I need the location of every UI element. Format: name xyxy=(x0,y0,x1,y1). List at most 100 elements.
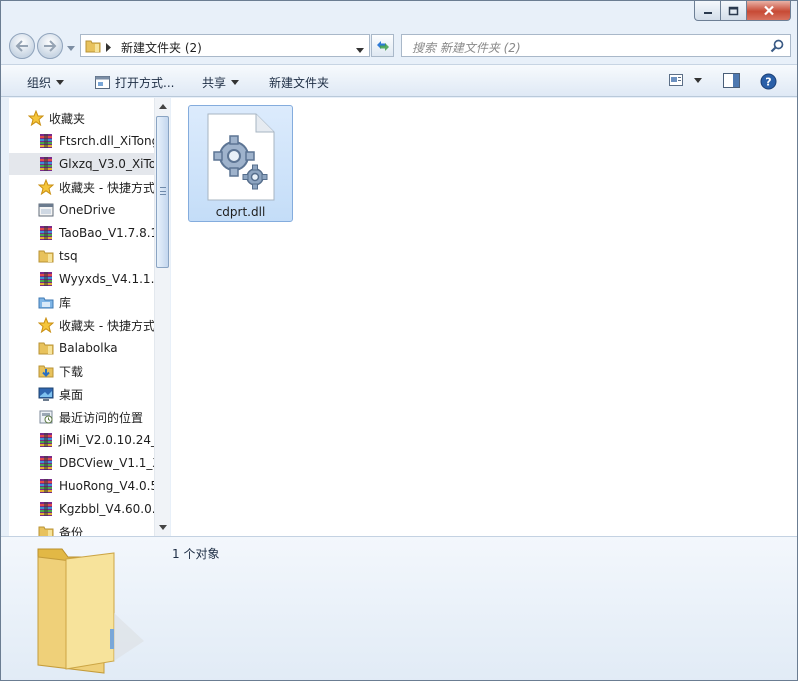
nav-item[interactable]: tsq xyxy=(9,245,156,267)
nav-item-label: 最近访问的位置 xyxy=(59,410,144,425)
new-folder-button[interactable]: 新建文件夹 xyxy=(269,74,329,91)
maximize-button[interactable] xyxy=(721,1,747,21)
minimize-icon xyxy=(703,11,712,14)
address-history-dropdown[interactable] xyxy=(356,43,364,57)
nav-item-label: 收藏夹 xyxy=(49,111,86,126)
nav-item[interactable]: Kgzbbl_V4.60.0.5 xyxy=(9,498,156,520)
navigation-pane[interactable]: 收藏夹 Ftsrch.dll_XiTong Glxzq_V3.0_XiTo 收藏夹 -… xyxy=(9,98,170,536)
rar-icon xyxy=(38,133,54,149)
back-button[interactable] xyxy=(9,33,35,59)
svg-text:?: ? xyxy=(765,76,771,89)
share-button[interactable]: 共享 xyxy=(202,74,240,91)
onedrive-icon xyxy=(38,202,54,218)
address-bar[interactable]: 新建文件夹 (2) xyxy=(80,34,370,57)
file-item[interactable]: cdprt.dll xyxy=(188,105,293,222)
nav-item[interactable]: Wyyxds_V4.1.1.1 xyxy=(9,268,156,290)
nav-item-label: Balabolka xyxy=(59,341,118,355)
preview-pane-icon xyxy=(723,73,740,88)
file-list[interactable]: cdprt.dll xyxy=(171,98,797,536)
close-button[interactable] xyxy=(747,1,791,21)
scroll-down-button[interactable] xyxy=(155,519,170,536)
command-bar: 组织 打开方式... 共享 新建文件夹 ? xyxy=(1,64,797,97)
help-button[interactable]: ? xyxy=(760,73,777,90)
open-with-button[interactable]: 打开方式... xyxy=(95,74,174,91)
folder-icon xyxy=(38,340,54,356)
nav-item[interactable]: 最近访问的位置 xyxy=(9,406,156,428)
rar-icon xyxy=(38,478,54,494)
nav-item[interactable]: Glxzq_V3.0_XiTo xyxy=(9,153,156,175)
folder-icon xyxy=(38,248,54,264)
open-with-label: 打开方式... xyxy=(115,76,175,90)
forward-arrow-icon xyxy=(44,40,57,52)
view-icon xyxy=(669,74,683,86)
view-options-dropdown[interactable] xyxy=(694,78,702,83)
rar-icon xyxy=(38,271,54,287)
nav-item[interactable]: Ftsrch.dll_XiTong xyxy=(9,130,156,152)
desktop-icon xyxy=(38,386,54,402)
nav-item[interactable]: DBCView_V1.1_X xyxy=(9,452,156,474)
nav-item[interactable]: TaoBao_V1.7.8.1 xyxy=(9,222,156,244)
help-icon: ? xyxy=(760,73,777,90)
nav-item[interactable]: OneDrive xyxy=(9,199,156,221)
folder-large-icon xyxy=(26,543,156,678)
scroll-grip xyxy=(160,187,166,195)
chevron-down-icon xyxy=(231,80,240,85)
nav-item-label: Ftsrch.dll_XiTong xyxy=(59,134,156,148)
rar-icon xyxy=(38,501,54,517)
nav-item-label: JiMi_V2.0.10.24_ xyxy=(59,433,156,447)
organize-label: 组织 xyxy=(27,76,52,90)
change-view-button[interactable] xyxy=(669,73,685,87)
scroll-up-button[interactable] xyxy=(155,98,170,115)
star-icon xyxy=(28,110,44,126)
search-icon[interactable] xyxy=(770,39,784,56)
nav-item[interactable]: 备份 xyxy=(9,521,156,536)
nav-item-label: tsq xyxy=(59,249,78,263)
refresh-icon xyxy=(376,40,389,51)
nav-item-label: HuoRong_V4.0.5 xyxy=(59,479,156,493)
nav-item[interactable]: HuoRong_V4.0.5 xyxy=(9,475,156,497)
nav-item[interactable]: JiMi_V2.0.10.24_ xyxy=(9,429,156,451)
nav-item[interactable]: 收藏夹 - 快捷方式 xyxy=(9,176,156,198)
nav-item[interactable]: 收藏夹 - 快捷方式 xyxy=(9,314,156,336)
preview-pane-button[interactable] xyxy=(723,73,740,88)
folder-icon xyxy=(38,524,54,536)
nav-item-label: Glxzq_V3.0_XiTo xyxy=(59,157,156,171)
nav-item[interactable]: 收藏夹 xyxy=(9,107,156,129)
chevron-down-icon xyxy=(694,78,702,83)
star-icon xyxy=(38,317,54,333)
navigation-scrollbar[interactable] xyxy=(154,98,170,536)
explorer-window: 新建文件夹 (2) 搜索 新建文件夹 (2) 组织 打开方式... 共享 新建文… xyxy=(0,0,798,681)
refresh-button[interactable] xyxy=(371,34,394,57)
rar-icon xyxy=(38,156,54,172)
nav-item[interactable]: 库 xyxy=(9,291,156,313)
caption-buttons xyxy=(694,1,791,21)
nav-item[interactable]: Balabolka xyxy=(9,337,156,359)
scroll-thumb[interactable] xyxy=(156,116,169,268)
file-name: cdprt.dll xyxy=(215,205,266,219)
folder-icon xyxy=(85,38,101,56)
library-icon xyxy=(38,294,54,310)
rar-icon xyxy=(38,225,54,241)
search-placeholder: 搜索 新建文件夹 (2) xyxy=(412,41,521,55)
nav-item[interactable]: 下载 xyxy=(9,360,156,382)
chevron-up-icon xyxy=(158,104,167,109)
details-pane: 1 个对象 xyxy=(1,536,797,680)
chevron-down-icon xyxy=(158,525,167,530)
nav-item[interactable]: 桌面 xyxy=(9,383,156,405)
new-folder-label: 新建文件夹 xyxy=(269,76,330,90)
forward-button[interactable] xyxy=(37,33,63,59)
star-icon xyxy=(38,179,54,195)
item-count: 1 个对象 xyxy=(172,547,220,561)
nav-item-label: DBCView_V1.1_X xyxy=(59,456,156,470)
search-input[interactable]: 搜索 新建文件夹 (2) xyxy=(401,34,791,57)
nav-item-label: OneDrive xyxy=(59,203,116,217)
nav-item-label: TaoBao_V1.7.8.1 xyxy=(59,226,156,240)
nav-item-label: 桌面 xyxy=(59,387,84,402)
minimize-button[interactable] xyxy=(694,1,721,21)
breadcrumb-arrow-icon[interactable] xyxy=(106,41,112,55)
nav-item-label: Kgzbbl_V4.60.0.5 xyxy=(59,502,156,516)
dll-gear-icon xyxy=(206,112,276,205)
recent-pages-dropdown[interactable] xyxy=(67,41,75,55)
organize-button[interactable]: 组织 xyxy=(27,74,65,91)
download-folder-icon xyxy=(38,363,54,379)
